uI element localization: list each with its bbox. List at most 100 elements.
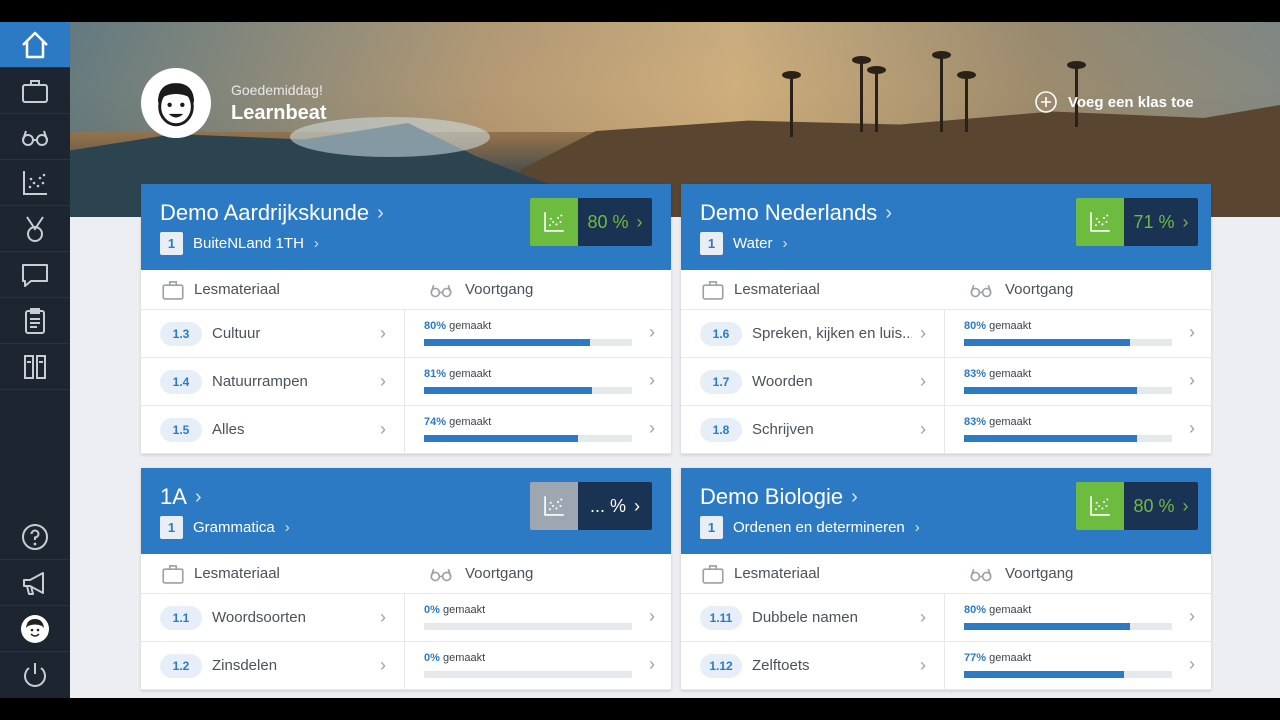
table-row[interactable]: 1.4 Natuurrampen › 81% gemaakt › xyxy=(141,358,671,406)
chevron-right-icon: › xyxy=(1189,654,1195,674)
progress-text: 83% gemaakt xyxy=(964,416,1031,428)
sidebar-notebook[interactable] xyxy=(0,344,70,390)
glasses-icon xyxy=(970,284,992,297)
lesson-cell[interactable]: 1.7 Woorden › xyxy=(681,358,945,405)
scatter-chart-icon xyxy=(544,212,564,232)
progress-percent: 83% xyxy=(964,368,987,380)
score-value-box: 80 % › xyxy=(578,198,652,246)
column-header: Lesmateriaal Voortgang xyxy=(141,554,671,594)
greeting-text: Goedemiddag! xyxy=(231,82,323,98)
sidebar-profile[interactable] xyxy=(0,606,70,652)
chevron-right-icon: › xyxy=(649,606,655,626)
chapter-link[interactable]: 1 Ordenen en determineren › xyxy=(700,516,920,539)
voortgang-label: Voortgang xyxy=(1005,565,1074,582)
chevron-right-icon: › xyxy=(380,655,386,675)
progress-cell[interactable]: 80% gemaakt › xyxy=(945,310,1211,357)
progress-cell[interactable]: 77% gemaakt › xyxy=(945,642,1211,689)
table-row[interactable]: 1.7 Woorden › 83% gemaakt › xyxy=(681,358,1211,406)
class-score-button[interactable]: 71 % › xyxy=(1076,198,1198,246)
class-title-link[interactable]: Demo Biologie › xyxy=(700,484,858,510)
table-row[interactable]: 1.11 Dubbele namen › 80% gemaakt › xyxy=(681,594,1211,642)
sidebar-messages[interactable] xyxy=(0,252,70,298)
palm-tree xyxy=(932,51,951,132)
add-class-label: Voeg een klas toe xyxy=(1068,93,1194,111)
card-header: 1A › 1 Grammatica › ... % › xyxy=(141,468,671,554)
progress-cell[interactable]: 0% gemaakt › xyxy=(405,642,671,689)
table-row[interactable]: 1.2 Zinsdelen › 0% gemaakt › xyxy=(141,642,671,690)
table-row[interactable]: 1.8 Schrijven › 83% gemaakt › xyxy=(681,406,1211,454)
lesson-name: Dubbele namen xyxy=(752,609,858,626)
table-row[interactable]: 1.5 Alles › 74% gemaakt › xyxy=(141,406,671,454)
lesson-cell[interactable]: 1.6 Spreken, kijken en luis... › xyxy=(681,310,945,357)
progress-text: 80% gemaakt xyxy=(964,604,1031,616)
table-row[interactable]: 1.1 Woordsoorten › 0% gemaakt › xyxy=(141,594,671,642)
progress-suffix: gemaakt xyxy=(989,652,1032,664)
progress-cell[interactable]: 80% gemaakt › xyxy=(945,594,1211,641)
chapter-name: Ordenen en determineren xyxy=(733,519,905,536)
sidebar-voortgang[interactable] xyxy=(0,114,70,160)
chevron-right-icon: › xyxy=(649,654,655,674)
class-title: Demo Aardrijkskunde xyxy=(160,200,370,225)
sidebar-lesmateriaal[interactable] xyxy=(0,68,70,114)
lesson-cell[interactable]: 1.4 Natuurrampen › xyxy=(141,358,405,405)
palm-tree xyxy=(957,71,976,132)
chevron-right-icon: › xyxy=(782,235,788,252)
briefcase-icon xyxy=(702,564,724,584)
score-value-box: ... % › xyxy=(578,482,652,530)
chevron-right-icon: › xyxy=(194,485,202,508)
class-score-button[interactable]: ... % › xyxy=(530,482,652,530)
chapter-number-badge: 1.4 xyxy=(160,369,202,394)
progress-cell[interactable]: 74% gemaakt › xyxy=(405,406,671,453)
table-row[interactable]: 1.6 Spreken, kijken en luis... › 80% gem… xyxy=(681,310,1211,358)
progress-cell[interactable]: 83% gemaakt › xyxy=(945,358,1211,405)
lesson-name: Spreken, kijken en luis... xyxy=(752,325,912,342)
progress-cell[interactable]: 0% gemaakt › xyxy=(405,594,671,641)
sidebar-tasks[interactable] xyxy=(0,298,70,344)
score-icon-box xyxy=(530,482,578,530)
progress-bar xyxy=(424,339,632,346)
lesmateriaal-label: Lesmateriaal xyxy=(734,281,820,298)
progress-cell[interactable]: 81% gemaakt › xyxy=(405,358,671,405)
progress-cell[interactable]: 80% gemaakt › xyxy=(405,310,671,357)
briefcase-icon xyxy=(162,280,184,300)
scatter-chart-icon xyxy=(1090,212,1110,232)
progress-percent: 77% xyxy=(964,652,987,664)
progress-suffix: gemaakt xyxy=(442,652,486,664)
user-avatar[interactable] xyxy=(141,68,211,138)
sidebar-statistics[interactable] xyxy=(0,160,70,206)
class-score-button[interactable]: 80 % › xyxy=(1076,482,1198,530)
sidebar-home[interactable] xyxy=(0,22,70,68)
class-title-link[interactable]: 1A › xyxy=(160,484,202,510)
chapter-link[interactable]: 1 BuiteNLand 1TH › xyxy=(160,232,319,255)
lesson-cell[interactable]: 1.8 Schrijven › xyxy=(681,406,945,453)
chapter-link[interactable]: 1 Grammatica › xyxy=(160,516,290,539)
scatter-chart-icon xyxy=(1090,496,1110,516)
sidebar-help[interactable] xyxy=(0,514,70,560)
chapter-number: 1 xyxy=(700,516,723,539)
class-title-link[interactable]: Demo Nederlands › xyxy=(700,200,892,226)
sidebar-logout[interactable] xyxy=(0,652,70,698)
progress-suffix: gemaakt xyxy=(989,604,1032,616)
sidebar xyxy=(0,22,70,698)
lesson-cell[interactable]: 1.5 Alles › xyxy=(141,406,405,453)
add-class-button[interactable]: Voeg een klas toe xyxy=(1034,90,1194,114)
lesson-cell[interactable]: 1.11 Dubbele namen › xyxy=(681,594,945,641)
progress-bar-fill xyxy=(964,671,1125,678)
palm-tree xyxy=(782,71,801,137)
lesmateriaal-header: Lesmateriaal xyxy=(141,277,405,303)
lesson-cell[interactable]: 1.12 Zelftoets › xyxy=(681,642,945,689)
lesson-cell[interactable]: 1.3 Cultuur › xyxy=(141,310,405,357)
table-row[interactable]: 1.12 Zelftoets › 77% gemaakt › xyxy=(681,642,1211,690)
chevron-right-icon: › xyxy=(380,607,386,627)
table-row[interactable]: 1.3 Cultuur › 80% gemaakt › xyxy=(141,310,671,358)
sidebar-announcements[interactable] xyxy=(0,560,70,606)
lesson-cell[interactable]: 1.2 Zinsdelen › xyxy=(141,642,405,689)
chevron-right-icon: › xyxy=(920,371,926,391)
class-score-button[interactable]: 80 % › xyxy=(530,198,652,246)
progress-cell[interactable]: 83% gemaakt › xyxy=(945,406,1211,453)
chapter-number: 1 xyxy=(160,232,183,255)
chapter-link[interactable]: 1 Water › xyxy=(700,232,787,255)
class-title-link[interactable]: Demo Aardrijkskunde › xyxy=(160,200,384,226)
sidebar-badges[interactable] xyxy=(0,206,70,252)
lesson-cell[interactable]: 1.1 Woordsoorten › xyxy=(141,594,405,641)
